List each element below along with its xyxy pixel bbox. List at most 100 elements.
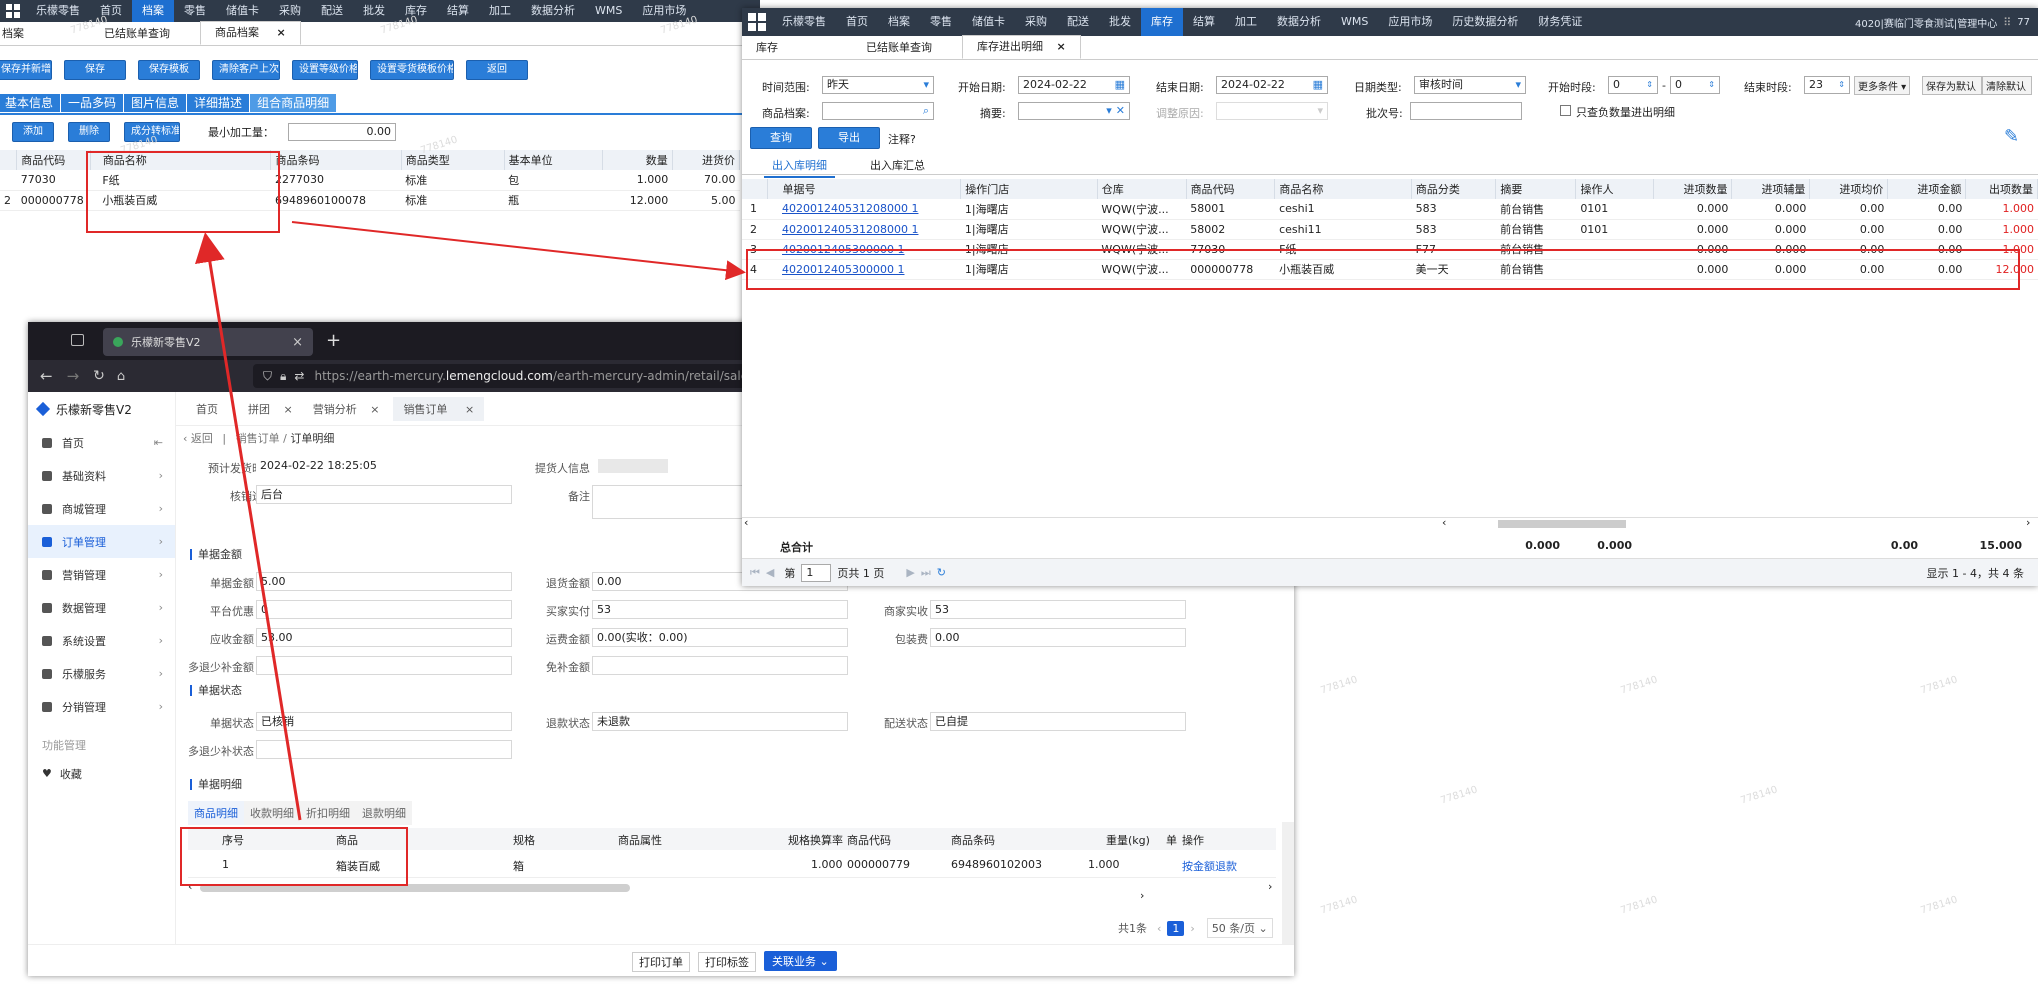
tab-sales-order[interactable]: 销售订单 ×	[393, 396, 485, 421]
sidebar-item-distribution[interactable]: 分销管理 ›	[28, 690, 175, 723]
save-template-button[interactable]: 保存模板	[138, 60, 200, 80]
tab-marketing-analysis[interactable]: 营销分析 ×	[313, 401, 380, 417]
detail-tab-payment[interactable]: 收款明细	[244, 801, 300, 825]
sidebar-item-home[interactable]: 首页 ⇤	[28, 426, 175, 459]
sidebar-item-data[interactable]: 数据管理 ›	[28, 591, 175, 624]
app-grid-icon[interactable]	[748, 13, 766, 31]
to-standard-button[interactable]: 成分转标准	[124, 122, 180, 142]
user-info[interactable]: 4020|赛临门零食测试|管理中心	[1855, 15, 1997, 30]
tab-overview-icon[interactable]	[71, 334, 84, 346]
goods-archive-input[interactable]: ⌕	[822, 102, 934, 120]
subtab-multi-code[interactable]: 一品多码	[61, 94, 124, 112]
nav-settle[interactable]: 结算	[437, 0, 479, 22]
nav-card[interactable]: 储值卡	[216, 0, 269, 22]
next-page-icon[interactable]: ▶	[906, 566, 914, 579]
extra-refund-field[interactable]	[256, 656, 512, 675]
range-select[interactable]: 昨天 ▾	[822, 76, 934, 94]
close-icon[interactable]: ×	[284, 403, 293, 416]
sidebar-item-service[interactable]: 乐檬服务 ›	[28, 657, 175, 690]
app-grid-icon[interactable]	[6, 4, 20, 18]
tab-settled[interactable]: 已结账单查询	[90, 23, 200, 45]
refund-status-field[interactable]: 未退款	[592, 712, 848, 731]
back-icon[interactable]: ←	[40, 367, 53, 385]
save-new-button[interactable]: 保存并新增	[0, 60, 52, 80]
refresh-icon[interactable]: ↻	[937, 566, 946, 579]
doc-status-field[interactable]: 已核销	[256, 712, 512, 731]
print-order-button[interactable]: 打印订单	[632, 952, 690, 972]
stepper-icon[interactable]: ⇕	[1646, 77, 1653, 93]
row-doc-link[interactable]: 402001240531208000 1	[768, 219, 961, 240]
nav-brand[interactable]: 乐檬零售	[772, 8, 836, 36]
end-date-input[interactable]: 2024-02-22 ▦	[1216, 76, 1328, 94]
query-button[interactable]: 查询	[750, 127, 812, 149]
vscroll[interactable]	[1282, 822, 1294, 946]
return-button[interactable]: 返回	[466, 60, 528, 80]
shield-icon[interactable]: ⛉	[263, 369, 272, 384]
nav-process[interactable]: 加工	[1225, 8, 1267, 36]
tab-stock[interactable]: 库存	[742, 37, 852, 59]
pack-field[interactable]: 0.00	[930, 628, 1186, 647]
save-button[interactable]: 保存	[64, 60, 126, 80]
close-icon[interactable]: ×	[370, 403, 379, 416]
free-amount-field[interactable]	[592, 656, 848, 675]
prev-page-icon[interactable]: ‹	[1157, 922, 1161, 935]
subtab-in-out-detail[interactable]: 出入库明细	[764, 157, 835, 178]
end-hour-stepper[interactable]: 23 ⇕	[1804, 76, 1850, 94]
table-row[interactable]: 1 402001240531208000 1 1|海曙店 WQW(宁波... 58001…	[742, 199, 2038, 220]
doc-amount-field[interactable]: 5.00	[256, 572, 512, 591]
print-label-button[interactable]: 打印标签	[698, 952, 756, 972]
nav-wms[interactable]: WMS	[1331, 8, 1378, 36]
nav-purchase[interactable]: 采购	[1015, 8, 1057, 36]
add-button[interactable]: 添加	[12, 122, 54, 142]
home-icon[interactable]: ⌂	[117, 369, 125, 384]
subtab-in-out-summary[interactable]: 出入库汇总	[870, 157, 925, 173]
search-icon[interactable]: ⌕	[923, 103, 929, 119]
subtab-combo[interactable]: 组合商品明细	[250, 94, 337, 112]
level-price-button[interactable]: 设置等级价格	[292, 60, 358, 80]
reload-icon[interactable]: ↻	[93, 368, 105, 384]
new-tab-icon[interactable]: +	[326, 330, 341, 351]
tab-groupbuy[interactable]: 拼团 ×	[248, 401, 293, 417]
calendar-icon[interactable]: ▦	[1313, 77, 1323, 93]
export-button[interactable]: 导出	[818, 127, 880, 149]
edit-icon[interactable]: ✎	[2004, 126, 2019, 147]
nav-market[interactable]: 应用市场	[632, 0, 696, 22]
nav-wms[interactable]: WMS	[585, 0, 632, 22]
back-link[interactable]: ‹ 返回	[183, 432, 213, 445]
nav-history[interactable]: 历史数据分析	[1442, 8, 1528, 36]
row-doc-link[interactable]: 402001240531208000 1	[768, 199, 961, 220]
more-conditions-button[interactable]: 更多条件 ▾	[1854, 76, 1911, 95]
nav-delivery[interactable]: 配送	[311, 0, 353, 22]
related-business-button[interactable]: 关联业务 ⌄	[764, 951, 837, 971]
close-icon[interactable]: ×	[1057, 40, 1066, 53]
crumb-orders[interactable]: 销售订单	[236, 432, 280, 445]
subtab-detail[interactable]: 详细描述	[187, 94, 250, 112]
nav-settle[interactable]: 结算	[1183, 8, 1225, 36]
page-input[interactable]: 1	[801, 563, 832, 582]
collapse-icon[interactable]: ⇤	[154, 436, 163, 449]
nav-purchase[interactable]: 采购	[269, 0, 311, 22]
stock-hscroll[interactable]: ‹ ‹ ›	[742, 516, 2038, 529]
tab-settled[interactable]: 已结账单查询	[852, 37, 962, 59]
subtab-images[interactable]: 图片信息	[124, 94, 187, 112]
nav-finance[interactable]: 财务凭证	[1528, 8, 1592, 36]
stepper-icon[interactable]: ⇕	[1838, 77, 1845, 93]
nav-retail[interactable]: 零售	[174, 0, 216, 22]
nav-brand[interactable]: 乐檬零售	[26, 0, 90, 22]
nav-home[interactable]: 首页	[90, 0, 132, 22]
detail-hscroll-right-icon[interactable]: ›	[1140, 889, 1144, 902]
nav-analysis[interactable]: 数据分析	[1267, 8, 1331, 36]
table-row[interactable]: 2 402001240531208000 1 1|海曙店 WQW(宁波... 58002…	[742, 219, 2038, 240]
scroll-right-icon[interactable]: ›	[1268, 880, 1272, 893]
sidebar-item-orders[interactable]: 订单管理 ›	[28, 525, 175, 558]
user-number[interactable]: 77	[2017, 17, 2030, 28]
permissions-icon[interactable]: ⇄	[294, 369, 304, 383]
nav-card[interactable]: 储值卡	[962, 8, 1015, 36]
channel-field[interactable]: 后台	[256, 485, 512, 504]
calendar-icon[interactable]: ▦	[1115, 77, 1125, 93]
scroll-left-icon[interactable]: ‹	[744, 516, 748, 529]
tab-home[interactable]: 首页	[196, 401, 218, 417]
adjust-reason-select[interactable]: ▾	[1216, 102, 1328, 120]
page-number[interactable]: 1	[1167, 920, 1185, 936]
scroll-right-icon[interactable]: ›	[2026, 516, 2030, 529]
